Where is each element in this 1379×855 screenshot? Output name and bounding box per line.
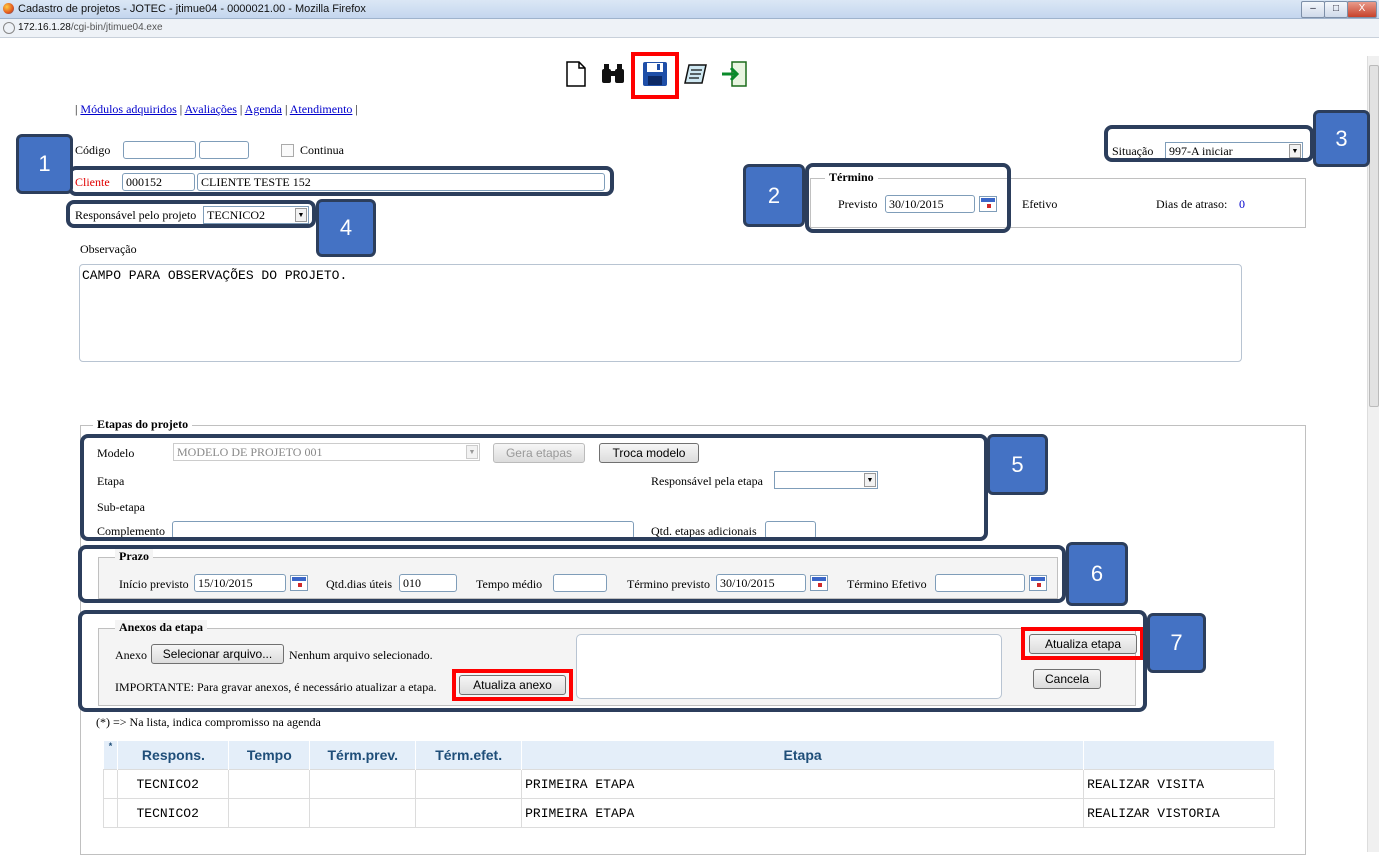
- observacao-textarea[interactable]: CAMPO PARA OBSERVAÇÕES DO PROJETO.: [79, 264, 1242, 362]
- callout-badge-5: 5: [987, 434, 1048, 495]
- notes-icon[interactable]: [683, 62, 709, 86]
- dias-atraso-value: 0: [1239, 197, 1245, 211]
- dias-atraso-label: Dias de atraso:: [1156, 197, 1228, 211]
- agenda-note: (*) => Na lista, indica compromisso na a…: [96, 715, 321, 729]
- cell-tempo: [228, 769, 311, 799]
- table-row[interactable]: TECNICO2 PRIMEIRA ETAPA REALIZAR VISTORI…: [102, 798, 1275, 828]
- callout-badge-1: 1: [16, 134, 73, 194]
- cell-subetapa: REALIZAR VISTORIA: [1083, 798, 1275, 828]
- col-header-term-efet: Térm.efet.: [415, 741, 523, 770]
- col-header-agenda: *: [103, 741, 119, 770]
- etapas-legend: Etapas do projeto: [93, 417, 193, 432]
- table-header-row: * Respons. Tempo Térm.prev. Térm.efet. E…: [103, 741, 1275, 770]
- globe-icon: [3, 22, 15, 34]
- cell-agenda: [102, 769, 119, 799]
- col-header-tempo: Tempo: [228, 741, 311, 770]
- module-nav: | Módulos adquiridos | Avaliações | Agen…: [75, 102, 358, 117]
- nav-separator: |: [285, 102, 288, 116]
- callout-outline-2: [805, 163, 1011, 233]
- nav-link-modulos[interactable]: Módulos adquiridos: [80, 102, 176, 116]
- firefox-icon: [3, 3, 14, 14]
- url-text[interactable]: 172.16.1.28/cgi-bin/jtimue04.exe: [18, 22, 163, 33]
- codigo-label: Código: [75, 143, 111, 157]
- cell-term-prev: [309, 769, 417, 799]
- cell-etapa: PRIMEIRA ETAPA: [521, 798, 1085, 828]
- nav-link-avaliacoes[interactable]: Avaliações: [185, 102, 237, 116]
- nav-separator: |: [179, 102, 183, 116]
- cell-term-efet: [415, 798, 523, 828]
- cell-agenda: [102, 798, 119, 828]
- callout-outline-6: [78, 545, 1066, 603]
- efetivo-label: Efetivo: [1022, 197, 1058, 211]
- nav-separator: |: [355, 102, 358, 116]
- callout-badge-6: 6: [1066, 542, 1128, 606]
- nav-link-atendimento[interactable]: Atendimento: [290, 102, 353, 116]
- cell-subetapa: REALIZAR VISITA: [1083, 769, 1275, 799]
- close-button[interactable]: X: [1347, 1, 1377, 18]
- col-header-subetapa: [1083, 741, 1275, 770]
- callout-badge-7: 7: [1147, 613, 1206, 673]
- window-title: Cadastro de projetos - JOTEC - jtimue04 …: [18, 3, 366, 15]
- callout-outline-4: [66, 200, 316, 228]
- search-binoculars-icon[interactable]: [600, 63, 626, 85]
- callout-outline-7: [78, 610, 1147, 712]
- scrollbar-thumb[interactable]: [1369, 65, 1379, 407]
- callout-outline-5: [80, 434, 988, 541]
- nav-separator: |: [75, 102, 78, 116]
- continua-label: Continua: [300, 143, 344, 157]
- cell-etapa: PRIMEIRA ETAPA: [521, 769, 1085, 799]
- cell-respons: TECNICO2: [117, 769, 230, 799]
- maximize-button[interactable]: □: [1324, 1, 1348, 18]
- continua-checkbox[interactable]: [281, 144, 294, 157]
- col-header-respons: Respons.: [117, 741, 230, 770]
- cell-tempo: [228, 798, 311, 828]
- url-host: 172.16.1.28: [18, 22, 71, 33]
- url-path: /cgi-bin/jtimue04.exe: [70, 22, 163, 33]
- etapas-table: * Respons. Tempo Térm.prev. Térm.efet. E…: [102, 741, 1275, 828]
- callout-badge-4: 4: [316, 199, 376, 257]
- save-highlight: [631, 52, 679, 99]
- cell-term-efet: [415, 769, 523, 799]
- callout-badge-2: 2: [743, 164, 805, 227]
- exit-icon[interactable]: [720, 60, 750, 88]
- nav-separator: |: [239, 102, 243, 116]
- observacao-label: Observação: [80, 242, 137, 256]
- address-bar[interactable]: 172.16.1.28/cgi-bin/jtimue04.exe: [0, 19, 1379, 38]
- codigo-input[interactable]: [123, 141, 196, 159]
- codigo-suffix-input[interactable]: [199, 141, 249, 159]
- col-header-etapa: Etapa: [521, 741, 1085, 770]
- new-document-icon[interactable]: [565, 61, 587, 87]
- cell-respons: TECNICO2: [117, 798, 230, 828]
- cell-term-prev: [309, 798, 417, 828]
- nav-link-agenda[interactable]: Agenda: [245, 102, 282, 116]
- col-header-term-prev: Térm.prev.: [309, 741, 417, 770]
- callout-badge-3: 3: [1313, 110, 1370, 167]
- minimize-button[interactable]: –: [1301, 1, 1325, 18]
- callout-outline-3: [1104, 125, 1314, 162]
- callout-outline-1: [68, 166, 614, 196]
- window-titlebar: Cadastro de projetos - JOTEC - jtimue04 …: [0, 0, 1379, 19]
- table-row[interactable]: TECNICO2 PRIMEIRA ETAPA REALIZAR VISITA: [102, 769, 1275, 799]
